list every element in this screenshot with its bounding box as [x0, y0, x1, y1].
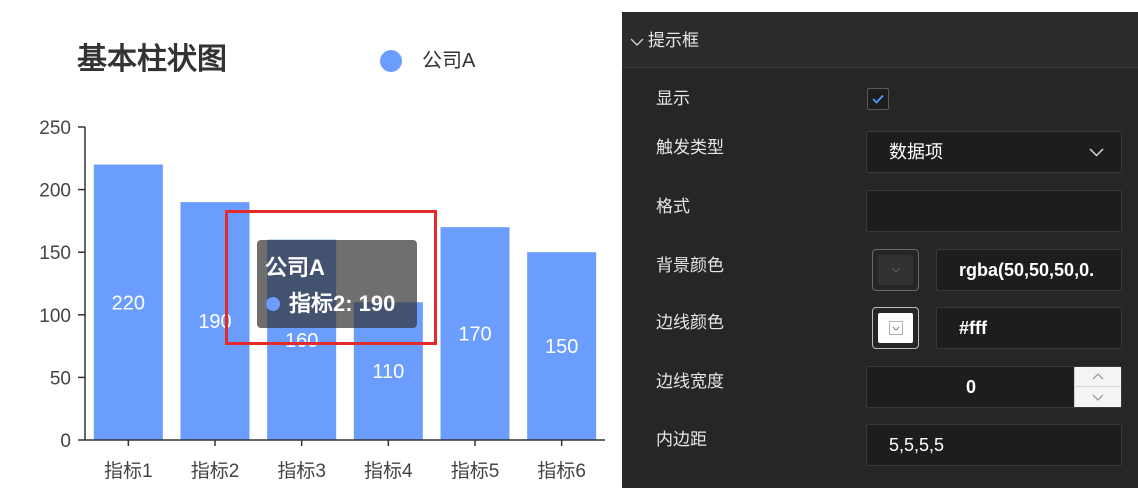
chevron-down-glyph	[891, 326, 900, 331]
icon-path	[1089, 148, 1104, 157]
chevron-down-icon	[1092, 394, 1104, 401]
legend-label: 公司A	[422, 50, 476, 72]
border-width-input[interactable]: 0	[867, 367, 1075, 407]
format-input[interactable]	[866, 190, 1122, 232]
tooltip-settings-panel: 提示框 显示 触发类型 数据项 格式 背景颜色 rgba(50,50,50,0.…	[622, 12, 1138, 488]
chevron-down-icon	[1089, 148, 1104, 157]
icon-path	[1092, 373, 1104, 380]
trigger-type-select[interactable]: 数据项	[866, 131, 1122, 173]
section-title: 提示框	[648, 31, 699, 50]
y-tick-label: 0	[60, 431, 71, 452]
border-color-swatch	[878, 313, 913, 343]
show-checkbox[interactable]	[867, 88, 889, 110]
trigger-type-label: 触发类型	[656, 138, 724, 157]
padding-label: 内边距	[656, 430, 707, 449]
increment-button[interactable]	[1075, 367, 1121, 387]
chevron-up-icon	[1092, 373, 1104, 380]
background-color-picker[interactable]	[872, 249, 919, 291]
chevron-down-glyph	[891, 267, 900, 273]
x-tick-label: 指标1	[104, 460, 153, 482]
bar-value-label: 160	[285, 330, 318, 352]
background-color-input[interactable]: rgba(50,50,50,0.	[936, 249, 1122, 291]
y-tick-label: 100	[39, 306, 71, 327]
section-header-toggle[interactable]: 提示框	[622, 12, 1138, 68]
stepper-controls	[1074, 367, 1121, 407]
decrement-button[interactable]	[1075, 387, 1121, 407]
chevron-down-icon	[888, 321, 903, 335]
border-color-picker[interactable]	[872, 307, 919, 349]
x-tick-label: 指标6	[537, 460, 586, 482]
border-color-input[interactable]: #fff	[936, 307, 1122, 349]
chart-preview: 0 50 100 150 200 250 指标1 指标2 指标3 指标4 指标5 指标6 220 190 1…	[0, 0, 620, 502]
x-tick-label: 指标4	[364, 460, 413, 482]
legend-item[interactable]: 公司A	[380, 49, 475, 73]
bar-value-label: 150	[545, 336, 578, 358]
padding-input[interactable]: 5,5,5,5	[866, 424, 1122, 466]
x-tick-label: 指标5	[451, 460, 500, 482]
background-color-label: 背景颜色	[656, 256, 724, 275]
checkmark-icon	[872, 94, 884, 104]
chart-title: 基本柱状图	[77, 43, 227, 76]
y-tick-label: 50	[50, 368, 71, 389]
background-color-swatch	[878, 255, 913, 285]
bar-value-label: 220	[112, 292, 145, 314]
show-label: 显示	[656, 89, 690, 108]
trigger-type-value: 数据项	[889, 142, 943, 162]
y-tick-label: 250	[39, 118, 71, 139]
bar-value-label: 110	[372, 361, 404, 383]
chevron-down-icon	[889, 263, 903, 277]
chevron-down-icon	[630, 38, 644, 46]
border-width-stepper: 0	[866, 366, 1122, 408]
y-tick-label: 150	[39, 243, 71, 264]
y-tick-label: 200	[39, 181, 71, 202]
border-color-label: 边线颜色	[656, 313, 724, 332]
icon-path	[872, 94, 884, 104]
bar-value-label: 170	[458, 324, 491, 346]
icon-path	[891, 326, 900, 331]
icon-path	[1092, 394, 1104, 401]
icon-path	[891, 267, 900, 273]
x-tick-label: 指标2	[191, 460, 240, 482]
x-tick-label: 指标3	[277, 460, 326, 482]
bar-value-label: 190	[198, 311, 231, 333]
border-width-label: 边线宽度	[656, 372, 724, 391]
legend-marker-icon	[380, 50, 402, 72]
icon-path	[630, 38, 644, 46]
format-label: 格式	[656, 197, 690, 216]
